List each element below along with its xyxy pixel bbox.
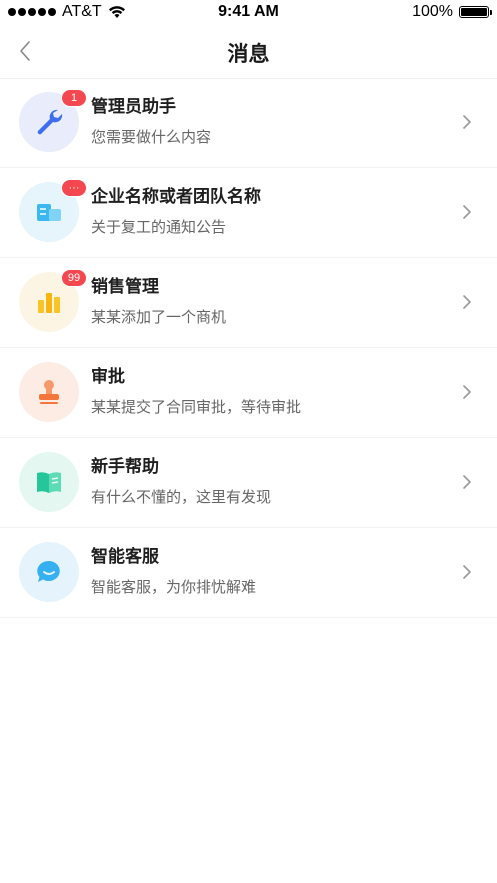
page-title: 消息 (227, 42, 270, 66)
chevron-right-icon (463, 565, 471, 579)
navigation-bar: 消息 (0, 24, 497, 79)
book-icon (37, 472, 61, 493)
chevron-right-icon (463, 475, 471, 489)
item-title: 审批 (91, 367, 125, 387)
status-right: 100% (412, 3, 492, 21)
chevron-right-icon (463, 115, 471, 129)
avatar (19, 362, 79, 422)
message-list: 1 管理员助手 您需要做什么内容 ··· 企业名称或者团队名称 关于复工的通知公… (0, 78, 497, 618)
chat-bubble-icon (37, 560, 60, 582)
battery-icon (459, 6, 492, 18)
unread-badge: 99 (61, 269, 87, 287)
item-subtitle: 您需要做什么内容 (91, 128, 212, 146)
chevron-right-icon (463, 205, 471, 219)
item-title: 销售管理 (91, 277, 159, 297)
chevron-right-icon (463, 385, 471, 399)
avatar: 99 (19, 269, 87, 332)
list-item-admin-assistant[interactable]: 1 管理员助手 您需要做什么内容 (0, 78, 497, 168)
item-subtitle: 某某添加了一个商机 (91, 308, 227, 326)
building-icon (37, 204, 61, 221)
item-title: 新手帮助 (91, 457, 159, 477)
item-title: 智能客服 (91, 547, 159, 567)
avatar: ··· (19, 179, 87, 242)
list-item-team-name[interactable]: ··· 企业名称或者团队名称 关于复工的通知公告 (0, 168, 497, 258)
item-subtitle: 智能客服，为你排忧解难 (91, 578, 257, 596)
stamp-icon (39, 380, 59, 404)
avatar (19, 542, 79, 602)
item-subtitle: 某某提交了合同审批，等待审批 (91, 398, 302, 416)
item-title: 管理员助手 (91, 97, 176, 117)
list-item-sales-management[interactable]: 99 销售管理 某某添加了一个商机 (0, 258, 497, 348)
list-item-beginner-help[interactable]: 新手帮助 有什么不懂的，这里有发现 (0, 438, 497, 528)
list-item-smart-support[interactable]: 智能客服 智能客服，为你排忧解难 (0, 528, 497, 618)
status-bar: AT&T 9:41 AM 100% (0, 0, 497, 24)
bar-chart-icon (38, 293, 60, 313)
battery-percent: 100% (412, 3, 453, 20)
avatar (19, 452, 79, 512)
wrench-icon (37, 109, 63, 135)
list-item-approval[interactable]: 审批 某某提交了合同审批，等待审批 (0, 348, 497, 438)
unread-badge: 1 (61, 89, 87, 107)
item-subtitle: 关于复工的通知公告 (91, 218, 227, 236)
chevron-right-icon (463, 295, 471, 309)
unread-badge: ··· (61, 179, 87, 197)
item-title: 企业名称或者团队名称 (91, 187, 261, 207)
avatar: 1 (19, 89, 87, 152)
item-subtitle: 有什么不懂的，这里有发现 (91, 488, 272, 506)
